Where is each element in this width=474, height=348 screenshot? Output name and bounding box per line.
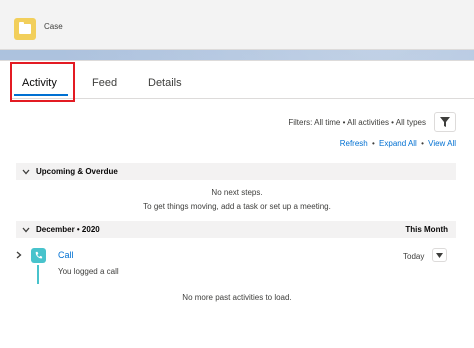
chevron-right-icon[interactable] (16, 251, 22, 259)
expand-all-link[interactable]: Expand All (379, 139, 417, 148)
filter-icon (440, 117, 450, 127)
view-all-link[interactable]: View All (428, 139, 456, 148)
no-more-activities-text: No more past activities to load. (182, 293, 292, 302)
chevron-down-icon (436, 252, 443, 258)
activity-card: Activity Feed Details Filters: All time … (0, 60, 474, 348)
tab-feed[interactable]: Feed (92, 77, 117, 89)
get-moving-text: To get things moving, add a task or set … (143, 202, 331, 211)
link-separator: • (421, 139, 424, 148)
activity-links: Refresh • Expand All • View All (340, 139, 456, 148)
timeline-item: Call You logged a call Today (0, 247, 474, 287)
object-label: Case (44, 22, 63, 31)
upcoming-section-title: Upcoming & Overdue (36, 167, 118, 176)
call-date: Today (403, 252, 425, 261)
chevron-down-icon (22, 169, 30, 174)
filter-button[interactable] (434, 112, 456, 132)
call-title-link[interactable]: Call (58, 250, 74, 260)
row-actions-button[interactable] (432, 248, 447, 262)
filters-row: Filters: All time • All activities • All… (288, 112, 456, 132)
this-month-label: This Month (405, 225, 448, 234)
past-section-title: December • 2020 (36, 225, 100, 234)
link-separator: • (371, 139, 375, 148)
past-section-header[interactable]: December • 2020 This Month (16, 221, 456, 238)
refresh-link[interactable]: Refresh (340, 139, 368, 148)
tab-details[interactable]: Details (148, 77, 182, 89)
tab-bar: Activity Feed Details (10, 61, 474, 99)
no-next-steps-text: No next steps. (211, 188, 263, 197)
annotation-highlight (10, 62, 75, 102)
timeline-line (37, 265, 39, 284)
chevron-down-icon (22, 227, 30, 232)
call-icon (31, 248, 46, 263)
upcoming-section-header[interactable]: Upcoming & Overdue (16, 163, 456, 180)
record-header: Case (0, 0, 474, 50)
filters-label: Filters: All time • All activities • All… (288, 117, 426, 127)
case-icon (14, 18, 36, 40)
call-subtitle: You logged a call (58, 267, 119, 276)
